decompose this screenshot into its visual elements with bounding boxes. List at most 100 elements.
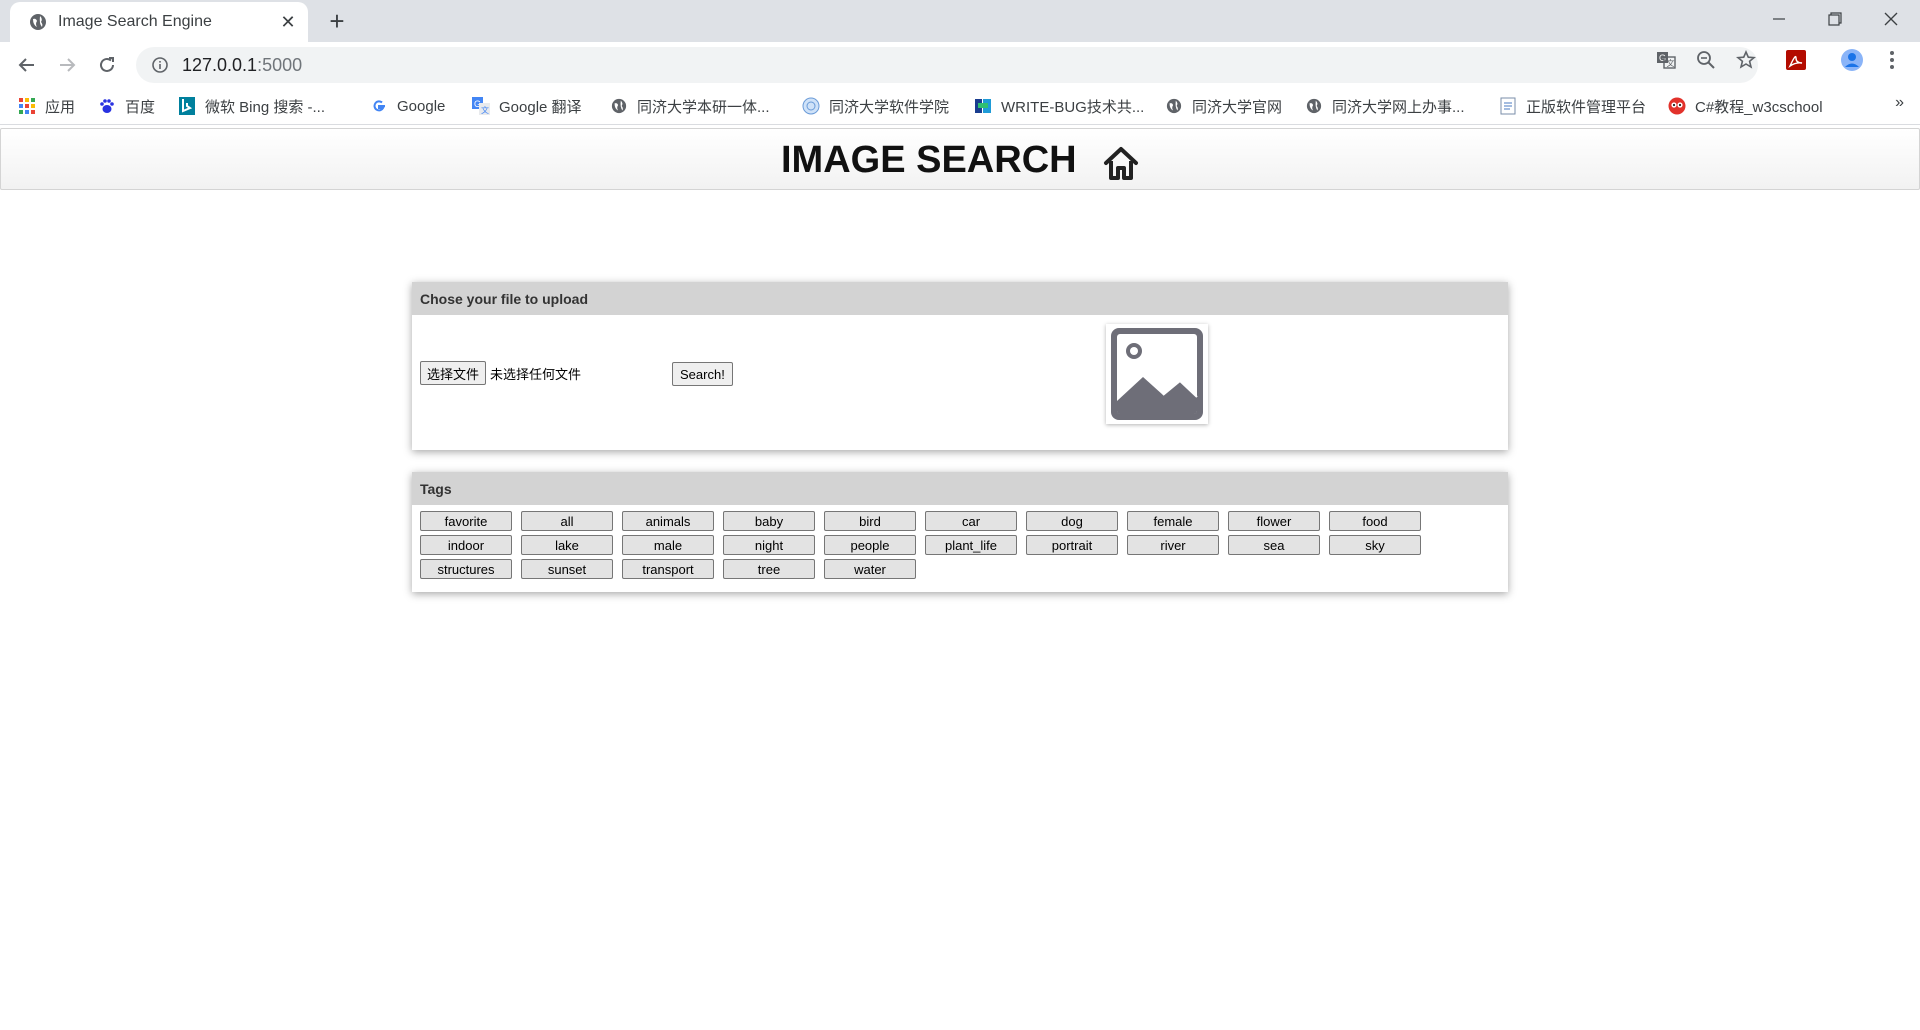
bookmark-label: 微软 Bing 搜索 -...	[205, 98, 326, 116]
tag-button-sky[interactable]: sky	[1329, 535, 1421, 555]
restore-window-icon[interactable]	[1807, 0, 1863, 38]
tag-button-male[interactable]: male	[622, 535, 714, 555]
tag-button-flower[interactable]: flower	[1228, 511, 1320, 531]
browser-tab-strip: Image Search Engine ✕ +	[0, 0, 1920, 42]
home-icon[interactable]	[1101, 143, 1141, 183]
bookmark-tongji-official[interactable]: 同济大学官网	[1165, 94, 1282, 118]
new-tab-button[interactable]: +	[322, 6, 352, 36]
tag-button-water[interactable]: water	[824, 559, 916, 579]
bookmark-label: 正版软件管理平台	[1526, 98, 1647, 116]
globe-icon	[28, 12, 48, 32]
tag-button-car[interactable]: car	[925, 511, 1017, 531]
close-tab-icon[interactable]: ✕	[276, 10, 300, 34]
tag-button-bird[interactable]: bird	[824, 511, 916, 531]
bookmark-label: 应用	[45, 98, 76, 116]
bookmarks-bar: 应用 百度 微软 Bing 搜索 -... Google G文 Google 翻…	[0, 88, 1920, 125]
tag-button-favorite[interactable]: favorite	[420, 511, 512, 531]
address-url: 127.0.0.1:5000	[182, 55, 302, 76]
app-navbar: IMAGE SEARCH	[0, 128, 1920, 190]
tag-button-river[interactable]: river	[1127, 535, 1219, 555]
bookmark-label: WRITE-BUG技术共...	[1001, 98, 1145, 116]
bookmark-tongji-online[interactable]: 同济大学网上办事...	[1305, 94, 1465, 118]
tab-title: Image Search Engine	[58, 13, 212, 30]
bookmark-apps[interactable]: 应用	[18, 94, 75, 118]
forward-arrow-icon[interactable]	[51, 49, 83, 81]
bookmark-writebug[interactable]: WRITE-BUG技术共...	[974, 94, 1144, 118]
image-preview	[1106, 324, 1208, 424]
upload-panel-heading: Chose your file to upload	[412, 282, 1508, 315]
bookmark-label: 百度	[125, 98, 156, 116]
bing-icon	[178, 97, 196, 115]
acrobat-extension-icon[interactable]	[1782, 46, 1810, 74]
bookmark-google-translate[interactable]: G文 Google 翻译	[472, 94, 582, 118]
w3cschool-owl-icon	[1668, 97, 1686, 115]
minimize-window-icon[interactable]	[1751, 0, 1807, 38]
tag-button-people[interactable]: people	[824, 535, 916, 555]
bookmark-bing[interactable]: 微软 Bing 搜索 -...	[178, 94, 325, 118]
bookmark-tongji-sse[interactable]: 同济大学软件学院	[802, 94, 949, 118]
browser-menu-icon[interactable]	[1878, 46, 1906, 74]
tag-button-sea[interactable]: sea	[1228, 535, 1320, 555]
app-brand-title[interactable]: IMAGE SEARCH	[781, 139, 1077, 182]
globe-icon	[1165, 97, 1183, 115]
bookmark-label: C#教程_w3cschool	[1695, 98, 1823, 116]
tag-button-sunset[interactable]: sunset	[521, 559, 613, 579]
site-info-icon[interactable]	[150, 55, 170, 75]
page-content: IMAGE SEARCH Chose your file to upload 选…	[0, 125, 1920, 1030]
bookmark-w3cschool[interactable]: C#教程_w3cschool	[1668, 94, 1823, 118]
upload-panel: Chose your file to upload 选择文件 未选择任何文件 S…	[412, 282, 1508, 450]
bookmark-tongji-grad[interactable]: 同济大学本研一体...	[610, 94, 770, 118]
more-bookmarks-button[interactable]: »	[1895, 94, 1904, 112]
bookmark-label: 同济大学官网	[1192, 98, 1283, 116]
tag-button-night[interactable]: night	[723, 535, 815, 555]
url-host: 127.0.0.1	[182, 54, 258, 75]
tag-button-dog[interactable]: dog	[1026, 511, 1118, 531]
globe-icon	[1305, 97, 1323, 115]
tag-button-baby[interactable]: baby	[723, 511, 815, 531]
bookmark-software-platform[interactable]: 正版软件管理平台	[1499, 94, 1646, 118]
address-bar[interactable]: 127.0.0.1:5000	[136, 47, 1758, 83]
google-translate-icon: G文	[472, 97, 490, 115]
tags-panel-heading: Tags	[412, 472, 1508, 505]
svg-text:G: G	[1659, 53, 1666, 63]
back-arrow-icon[interactable]	[11, 49, 43, 81]
tag-button-indoor[interactable]: indoor	[420, 535, 512, 555]
tag-button-all[interactable]: all	[521, 511, 613, 531]
bookmark-star-icon[interactable]	[1732, 46, 1760, 74]
writebug-icon	[974, 97, 992, 115]
tags-panel: Tags favorite all animals baby bird car dog fem…	[412, 472, 1508, 592]
baidu-paw-icon	[98, 97, 116, 115]
no-file-chosen-text: 未选择任何文件	[490, 368, 582, 383]
tag-button-animals[interactable]: animals	[622, 511, 714, 531]
tag-button-food[interactable]: food	[1329, 511, 1421, 531]
bookmark-label: Google 翻译	[499, 98, 582, 116]
profile-avatar-icon[interactable]	[1838, 46, 1866, 74]
tongji-sse-icon	[802, 97, 820, 115]
bookmark-label: Google	[397, 97, 446, 115]
apps-grid-icon	[18, 97, 36, 115]
tag-button-transport[interactable]: transport	[622, 559, 714, 579]
image-placeholder-icon	[1111, 328, 1203, 420]
svg-text:文: 文	[481, 105, 489, 115]
tag-button-structures[interactable]: structures	[420, 559, 512, 579]
tag-button-tree[interactable]: tree	[723, 559, 815, 579]
browser-tab[interactable]: Image Search Engine ✕	[10, 2, 308, 42]
globe-icon	[610, 97, 628, 115]
tag-button-female[interactable]: female	[1127, 511, 1219, 531]
tag-button-lake[interactable]: lake	[521, 535, 613, 555]
bookmark-label: 同济大学本研一体...	[637, 98, 770, 116]
document-icon	[1499, 97, 1517, 115]
bookmark-label: 同济大学软件学院	[829, 98, 950, 116]
choose-file-button[interactable]: 选择文件	[420, 361, 487, 385]
bookmark-google[interactable]: Google	[370, 94, 445, 118]
reload-icon[interactable]	[91, 49, 123, 81]
bookmark-baidu[interactable]: 百度	[98, 94, 155, 118]
tag-button-portrait[interactable]: portrait	[1026, 535, 1118, 555]
tag-button-plant-life[interactable]: plant_life	[925, 535, 1017, 555]
google-icon	[370, 97, 388, 115]
zoom-icon[interactable]	[1692, 46, 1720, 74]
bookmark-label: 同济大学网上办事...	[1332, 98, 1465, 116]
search-button[interactable]: Search!	[672, 362, 733, 386]
close-window-icon[interactable]	[1863, 0, 1919, 38]
translate-icon[interactable]: G文	[1652, 46, 1680, 74]
